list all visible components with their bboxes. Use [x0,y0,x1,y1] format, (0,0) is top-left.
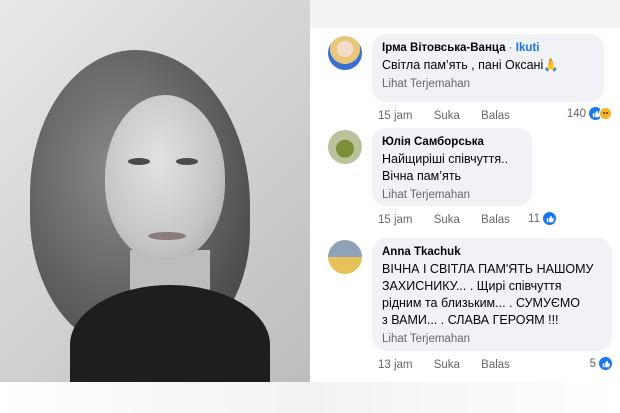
author-name[interactable]: Ірма Вітовська-Ванца [382,42,506,54]
footer-strip [0,382,620,413]
reaction-summary[interactable]: 5 [590,357,612,370]
like-thumb-icon [599,357,612,370]
timestamp[interactable]: 15 jam [378,214,413,226]
comment-line: Найщиріші співчуття.. [382,152,509,166]
comment-line: Вічна пам’ять [382,169,462,183]
comment-bubble: Anna Tkachuk ВІЧНА І СВІТЛА ПАМ'ЯТЬ НАШО… [372,238,612,351]
see-translation-link[interactable]: Lihat Terjemahan [382,188,522,203]
comment-actions: 15 jam Suka Balas [378,214,528,226]
reaction-count: 140 [566,107,586,120]
comment-text: ВІЧНА І СВІТЛА ПАМ'ЯТЬ НАШОМУ ЗАХИСНИКУ.… [382,261,602,329]
comments-list: Ірма Вітовська-Ванца · Ikuti Світла пам’… [310,28,620,382]
like-button[interactable]: Suka [434,110,460,122]
avatar[interactable] [328,36,362,70]
sad-face-icon [599,107,612,120]
memorial-photo [0,0,310,382]
photo-eye-left [128,158,150,165]
follow-link[interactable]: Ikuti [516,42,540,54]
reaction-summary[interactable]: 140 [567,107,612,120]
comment-text: Найщиріші співчуття.. Вічна пам’ять [382,151,522,185]
comment-line: Світла пам’ять , пані Оксані🙏 [382,58,559,72]
avatar[interactable] [328,130,362,164]
photo-mouth [148,232,186,240]
comment-line: ВІЧНА І СВІТЛА ПАМ'ЯТЬ НАШОМУ [382,262,594,276]
comment-bubble: Ірма Вітовська-Ванца · Ikuti Світла пам’… [372,34,604,102]
like-button[interactable]: Suka [434,214,460,226]
see-translation-link[interactable]: Lihat Terjemahan [382,332,602,347]
header-strip [310,0,620,28]
comment-line: рідним та близьким... . СУМУЄМО [382,296,581,310]
reaction-count: 5 [589,357,596,370]
avatar[interactable] [328,240,362,274]
like-thumb-icon [543,212,556,225]
author-name[interactable]: Юлія Самборська [382,135,522,149]
reaction-count: 11 [528,212,540,225]
reaction-summary[interactable]: 11 [528,212,556,225]
timestamp[interactable]: 13 jam [378,359,413,371]
comment-line: з ВАМИ... . СЛАВА ГЕРОЯМ !!! [382,313,559,327]
comment-author[interactable]: Ірма Вітовська-Ванца · Ikuti [382,41,594,55]
reply-button[interactable]: Balas [481,110,510,122]
comment-text: Світла пам’ять , пані Оксані🙏 [382,57,594,74]
comment-actions: 13 jam Suka Balas [378,359,528,371]
separator: · [508,42,516,54]
reply-button[interactable]: Balas [481,359,510,371]
comment-bubble: Юлія Самборська Найщиріші співчуття.. Ві… [372,128,532,206]
like-button[interactable]: Suka [434,359,460,371]
author-name[interactable]: Anna Tkachuk [382,245,602,259]
comment-actions: 15 jam Suka Balas [378,110,528,122]
photo-eye-right [176,158,198,165]
reply-button[interactable]: Balas [481,214,510,226]
timestamp[interactable]: 15 jam [378,110,413,122]
see-translation-link[interactable]: Lihat Terjemahan [382,77,594,92]
comment-line: ЗАХИСНИКУ... . Щирі співчуття [382,279,562,293]
